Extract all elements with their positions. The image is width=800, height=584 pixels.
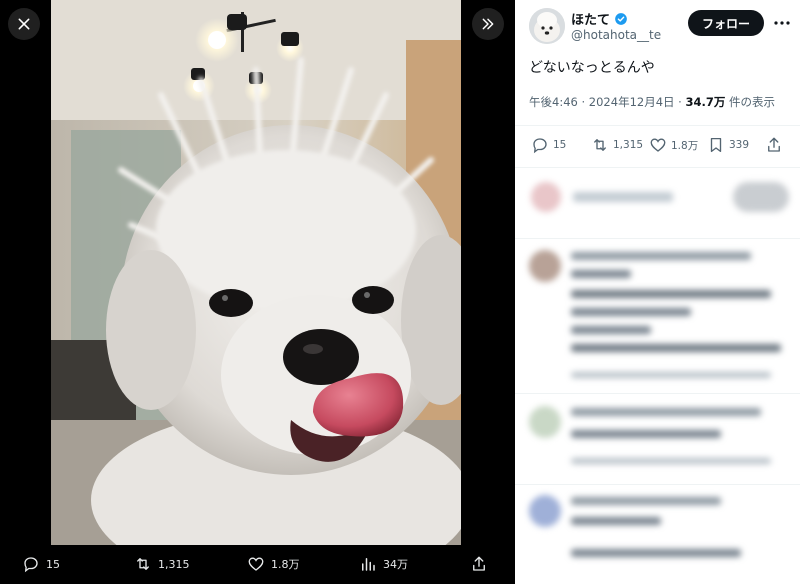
viewer-repost-button[interactable]: 1,315 bbox=[134, 553, 190, 575]
tweet-sidebar: ほたて @hotahota__te フォロー どないなっとるんや 午後4:46 … bbox=[515, 0, 800, 584]
reply-icon bbox=[533, 138, 547, 154]
reply-icon bbox=[24, 557, 38, 573]
tweet-view-label: 件の表示 bbox=[725, 95, 776, 109]
display-name-text: ほたて bbox=[571, 13, 611, 28]
repost-icon bbox=[137, 558, 149, 570]
reply-line bbox=[571, 326, 651, 334]
heart-icon bbox=[248, 557, 264, 571]
divider bbox=[515, 484, 800, 485]
viewer-share-button[interactable] bbox=[470, 553, 488, 575]
tweet-view-count[interactable]: 34.7万 bbox=[685, 95, 725, 109]
views-chart-icon bbox=[362, 558, 375, 571]
follow-button[interactable]: フォロー bbox=[688, 10, 764, 36]
repost-count: 1,315 bbox=[613, 139, 644, 151]
reply-item[interactable] bbox=[515, 396, 800, 481]
reply-item[interactable] bbox=[515, 487, 800, 584]
reply-avatar bbox=[529, 250, 561, 282]
reply-header bbox=[571, 252, 751, 260]
close-icon bbox=[18, 18, 30, 30]
reply-actions bbox=[571, 458, 771, 464]
tweet-actions: 15 1,315 1.8万 339 bbox=[515, 126, 800, 166]
composer-avatar bbox=[531, 182, 561, 212]
repost-button[interactable]: 1,315 bbox=[591, 136, 643, 154]
media-viewer: 15 1,315 1.8万 34万 bbox=[0, 0, 515, 584]
reply-button[interactable]: 15 bbox=[531, 136, 566, 154]
reply-count: 15 bbox=[553, 139, 567, 151]
dog-photo bbox=[51, 0, 461, 545]
reply-line bbox=[571, 549, 741, 557]
viewer-action-bar: 15 1,315 1.8万 34万 bbox=[0, 545, 515, 584]
bookmark-button[interactable]: 339 bbox=[707, 136, 749, 154]
reply-line bbox=[571, 290, 771, 298]
reply-avatar bbox=[529, 406, 561, 438]
verified-badge-icon bbox=[615, 12, 627, 25]
avatar[interactable] bbox=[529, 8, 565, 44]
divider bbox=[515, 238, 800, 239]
tweet-photo[interactable] bbox=[51, 0, 461, 545]
reply-line bbox=[571, 308, 691, 316]
more-options-button[interactable] bbox=[771, 12, 793, 34]
meta-separator: · bbox=[577, 95, 589, 109]
double-chevron-right-icon bbox=[482, 18, 494, 30]
viewer-like-button[interactable]: 1.8万 bbox=[247, 553, 300, 575]
reply-avatar bbox=[529, 495, 561, 527]
expand-sidebar-button[interactable] bbox=[472, 8, 504, 40]
share-icon bbox=[768, 137, 780, 152]
reply-header bbox=[571, 497, 721, 505]
tweet-text: どないなっとるんや bbox=[529, 60, 655, 76]
divider bbox=[515, 393, 800, 394]
composer-reply-button[interactable] bbox=[733, 182, 789, 212]
reply-line bbox=[571, 270, 631, 278]
heart-icon bbox=[650, 138, 666, 152]
repost-icon bbox=[594, 139, 606, 151]
dog-avatar-icon bbox=[529, 8, 565, 44]
reply-item[interactable] bbox=[515, 240, 800, 390]
share-button[interactable] bbox=[765, 136, 783, 154]
viewer-views-button[interactable]: 34万 bbox=[359, 553, 408, 575]
tweet-time[interactable]: 午後4:46 bbox=[529, 95, 578, 109]
viewer-repost-count: 1,315 bbox=[158, 557, 190, 571]
reply-composer[interactable] bbox=[515, 168, 800, 230]
viewer-like-count: 1.8万 bbox=[271, 558, 300, 571]
app-root: 15 1,315 1.8万 34万 ほたて @hotahota__te フォロー… bbox=[0, 0, 800, 584]
meta-separator: · bbox=[674, 95, 686, 109]
reply-line bbox=[571, 430, 721, 438]
tweet-meta: 午後4:46 · 2024年12月4日 · 34.7万 件の表示 bbox=[529, 94, 775, 110]
bookmark-count: 339 bbox=[729, 139, 750, 151]
user-handle[interactable]: @hotahota__te bbox=[571, 28, 661, 42]
close-button[interactable] bbox=[8, 8, 40, 40]
more-dots-icon bbox=[774, 21, 790, 25]
reply-line bbox=[571, 517, 661, 525]
composer-placeholder bbox=[573, 192, 673, 202]
tweet-date[interactable]: 2024年12月4日 bbox=[589, 95, 675, 109]
viewer-reply-count: 15 bbox=[46, 557, 60, 571]
reply-actions bbox=[571, 372, 771, 378]
reply-header bbox=[571, 408, 761, 416]
share-icon bbox=[473, 556, 485, 571]
display-name[interactable]: ほたて bbox=[571, 9, 628, 28]
viewer-reply-button[interactable]: 15 bbox=[22, 553, 60, 575]
like-button[interactable]: 1.8万 bbox=[649, 136, 698, 154]
reply-line bbox=[571, 344, 781, 352]
viewer-views-count: 34万 bbox=[383, 558, 408, 571]
bookmark-icon bbox=[710, 137, 722, 153]
like-count: 1.8万 bbox=[671, 139, 699, 152]
